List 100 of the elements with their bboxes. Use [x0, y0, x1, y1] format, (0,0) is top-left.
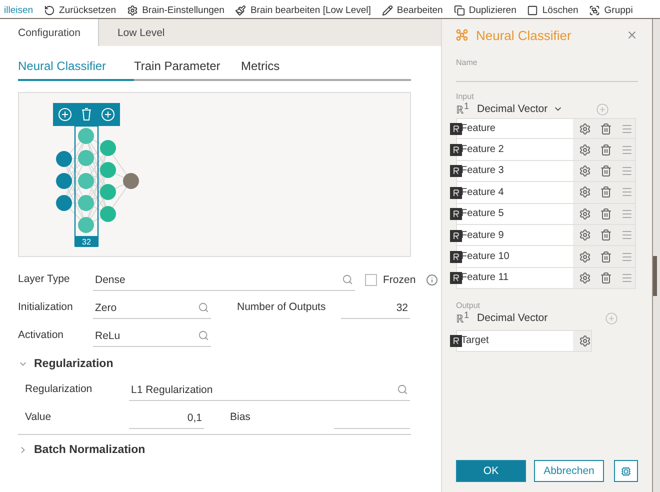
toolbar-item[interactable]: Zurücksetzen [44, 5, 116, 16]
layer-type-field[interactable]: Dense [93, 269, 355, 291]
drag-handle-icon[interactable] [621, 208, 633, 220]
trash-icon[interactable] [600, 229, 612, 242]
frozen-checkbox[interactable] [365, 274, 377, 286]
regularization-field[interactable]: L1 Regularization [129, 379, 410, 401]
settings-icon[interactable] [579, 272, 591, 284]
feature-row[interactable]: Feature 9 [456, 224, 636, 246]
outputs-field[interactable]: 32 [341, 297, 410, 319]
vector-type-icon [450, 272, 462, 284]
settings-icon[interactable] [579, 208, 591, 220]
tab[interactable]: Metrics [241, 59, 411, 81]
brush-icon [235, 5, 246, 16]
drag-handle-icon[interactable] [621, 122, 633, 135]
type-label: Decimal Vector [477, 312, 548, 324]
settings-icon[interactable] [579, 164, 591, 177]
layer-size-label [75, 236, 98, 247]
vector-type-icon [450, 208, 462, 220]
feature-name: Target [457, 331, 573, 351]
settings-icon[interactable] [579, 229, 591, 242]
feature-name: Feature 4 [457, 182, 573, 203]
field-label: Value [25, 411, 52, 425]
settings-icon[interactable] [579, 334, 591, 347]
feature-row[interactable]: Feature [456, 118, 636, 140]
value-field[interactable]: 0,1 [129, 407, 204, 429]
close-icon[interactable] [626, 29, 638, 41]
section-label: Input [456, 92, 475, 101]
vector-type-icon [450, 251, 462, 264]
trash-icon[interactable] [600, 250, 612, 263]
vector-type-icon [450, 144, 462, 156]
settings-icon[interactable] [579, 144, 591, 156]
gear-icon [127, 5, 138, 16]
toolbar-item[interactable]: Gruppi [589, 5, 633, 16]
feature-name: Feature 3 [457, 160, 573, 182]
cancel-button[interactable]: Abbrechen [534, 460, 604, 482]
toolbar-item[interactable]: Bearbeiten [382, 5, 443, 16]
trash-icon[interactable] [600, 164, 612, 177]
drag-handle-icon[interactable] [621, 250, 633, 263]
toolbar-item[interactable]: Duplizieren [454, 5, 516, 16]
field-label: Layer Type [18, 273, 71, 287]
settings-icon[interactable] [579, 122, 591, 135]
vector-type-icon [450, 186, 462, 199]
feature-row[interactable]: Feature 11 [456, 268, 636, 290]
trash-icon[interactable] [82, 108, 92, 120]
ok-button[interactable]: OK [456, 460, 526, 482]
feature-row[interactable]: Feature 5 [456, 204, 636, 225]
section-label: Output [456, 301, 482, 310]
section-header[interactable]: Regularization [18, 349, 411, 379]
feature-row[interactable]: Feature 3 [456, 160, 636, 182]
network-icon [456, 29, 468, 41]
toolbar-item[interactable]: illeisen [4, 5, 34, 16]
tab[interactable]: Neural Classifier [18, 59, 134, 81]
feature-row[interactable]: Feature 10 [456, 246, 636, 268]
feature-row[interactable]: Feature 2 [456, 139, 636, 161]
drag-handle-icon[interactable] [621, 272, 633, 284]
search-icon[interactable] [397, 384, 408, 395]
vector-type-icon [450, 122, 462, 135]
activation-field[interactable]: ReLu [93, 325, 211, 347]
field-label: Activation [18, 329, 65, 343]
field-label: Name [456, 58, 478, 67]
feature-row[interactable]: Target [456, 330, 592, 352]
tab[interactable]: Low Level [99, 19, 183, 46]
tab[interactable]: Configuration [0, 19, 100, 46]
square-icon [527, 5, 538, 16]
trash-icon[interactable] [600, 122, 612, 135]
info-icon[interactable] [426, 274, 438, 286]
trash-icon[interactable] [600, 144, 612, 156]
tab[interactable]: Train Parameter [134, 59, 241, 81]
drag-handle-icon[interactable] [621, 144, 633, 156]
field-label: Regularization [25, 383, 94, 397]
section-header[interactable]: Batch Normalization [18, 435, 411, 465]
search-icon[interactable] [198, 302, 209, 313]
search-icon[interactable] [342, 274, 353, 285]
search-icon[interactable] [198, 330, 209, 341]
copy-icon [454, 5, 465, 16]
drag-handle-icon[interactable] [621, 229, 633, 242]
feature-row[interactable]: Feature 4 [456, 182, 636, 204]
initialization-field[interactable]: Zero [93, 297, 211, 319]
toolbar-item[interactable]: Brain bearbeiten [Low Level] [235, 5, 371, 16]
drag-handle-icon[interactable] [621, 186, 633, 198]
type-selector[interactable]: Decimal Vector [477, 103, 548, 115]
trash-icon[interactable] [600, 208, 612, 220]
vector-type-icon [450, 334, 462, 347]
feature-name: Feature 11 [457, 268, 573, 288]
trash-icon[interactable] [600, 186, 612, 198]
toolbar-item[interactable]: Löschen [527, 5, 578, 16]
add-layer-icon[interactable] [58, 108, 72, 121]
toolbar-item[interactable]: Brain-Einstellungen [127, 5, 224, 16]
vector-type-icon [450, 165, 462, 178]
settings-icon[interactable] [579, 250, 591, 263]
field-label: Initialization [18, 301, 74, 315]
add-layer-icon[interactable] [102, 108, 114, 121]
feature-name: Feature 2 [457, 139, 573, 160]
drag-handle-icon[interactable] [621, 164, 633, 177]
trash-icon[interactable] [600, 272, 612, 284]
group-icon [589, 5, 600, 16]
cpu-button[interactable] [614, 460, 638, 482]
type-symbol: ℝ$^{1}$ [456, 101, 470, 117]
settings-icon[interactable] [579, 186, 591, 198]
pencil-icon [382, 5, 393, 16]
